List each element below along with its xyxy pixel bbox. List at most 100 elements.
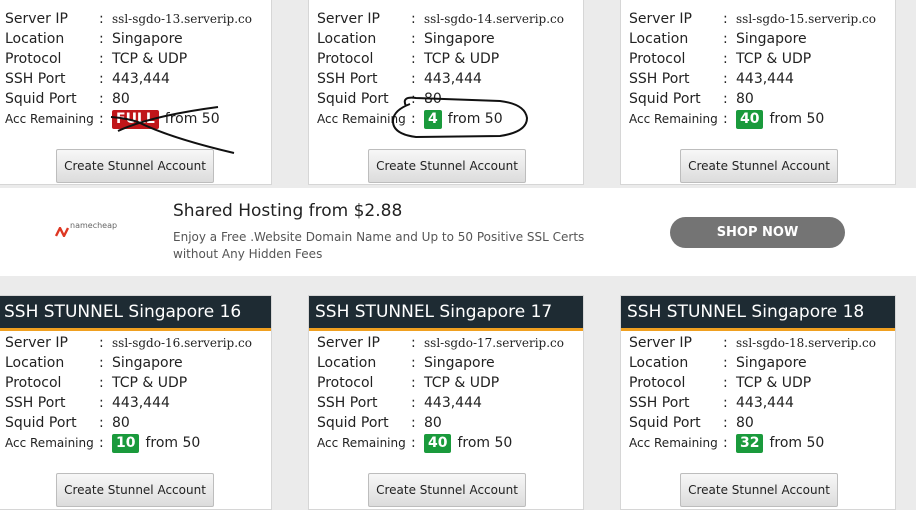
ssh-port-row: SSH Port:443,444 bbox=[5, 393, 271, 413]
label: Server IP bbox=[317, 11, 380, 27]
create-stunnel-account-button[interactable]: Create Stunnel Account bbox=[680, 149, 838, 183]
colon: : bbox=[723, 415, 728, 431]
card-title: SSH STUNNEL Singapore 16 bbox=[0, 296, 271, 331]
protocol-row: Protocol: TCP & UDP bbox=[317, 373, 583, 393]
squid-port-row: Squid Port:80 bbox=[317, 413, 583, 433]
acc-remaining-row: Acc Remaining:4 from 50 bbox=[317, 109, 583, 129]
card-title: SSH STUNNEL Singapore 17 bbox=[309, 296, 583, 331]
label: Protocol bbox=[5, 51, 62, 67]
location-row: Location: Singapore bbox=[5, 29, 271, 49]
label: Acc Remaining bbox=[629, 436, 718, 450]
acc-remaining-row: Acc Remaining: FULL from 50 bbox=[5, 109, 271, 129]
squid-port-row: Squid Port:80 bbox=[629, 89, 895, 109]
colon: : bbox=[99, 355, 104, 371]
status-badge: 32 bbox=[736, 434, 764, 453]
colon: : bbox=[723, 31, 728, 47]
server-ip-row: Server IP: ssl-sgdo-15.serverip.co bbox=[629, 9, 895, 29]
squid-port-row: Squid Port:80 bbox=[5, 89, 271, 109]
acc-remaining-row: Acc Remaining:40 from 50 bbox=[629, 109, 895, 129]
protocol-row: Protocol: TCP & UDP bbox=[629, 49, 895, 69]
squid-port-value: 80 bbox=[424, 415, 442, 431]
label: Acc Remaining bbox=[317, 436, 406, 450]
colon: : bbox=[99, 335, 104, 351]
location-value: Singapore bbox=[424, 31, 495, 47]
ad-banner[interactable]: namecheap Shared Hosting from $2.88 Enjo… bbox=[0, 188, 916, 276]
namecheap-logo-icon bbox=[55, 227, 69, 237]
acc-remaining-row: Acc Remaining:10 from 50 bbox=[5, 433, 271, 453]
colon: : bbox=[99, 415, 104, 431]
squid-port-row: Squid Port:80 bbox=[317, 89, 583, 109]
host-value: ssl-sgdo-18.serverip.co bbox=[736, 336, 876, 350]
colon: : bbox=[723, 11, 728, 27]
ssh-port-value: 443,444 bbox=[424, 395, 482, 411]
status-badge: 40 bbox=[736, 110, 764, 129]
label: Squid Port bbox=[629, 91, 701, 107]
location-row: Location: Singapore bbox=[317, 29, 583, 49]
colon: : bbox=[99, 395, 104, 411]
colon: : bbox=[99, 91, 104, 107]
remaining-value: 40 from 50 bbox=[736, 109, 824, 129]
label: Protocol bbox=[629, 51, 686, 67]
ad-brand: namecheap bbox=[70, 221, 118, 230]
remaining-value: 40 from 50 bbox=[424, 433, 512, 453]
colon: : bbox=[99, 11, 104, 27]
protocol-value: TCP & UDP bbox=[736, 51, 812, 67]
status-badge: 40 bbox=[424, 434, 452, 453]
label: SSH Port bbox=[317, 395, 378, 411]
create-stunnel-account-button[interactable]: Create Stunnel Account bbox=[368, 149, 526, 183]
label: Acc Remaining bbox=[317, 112, 406, 126]
create-stunnel-account-button[interactable]: Create Stunnel Account bbox=[368, 473, 526, 507]
label: Server IP bbox=[5, 11, 68, 27]
remaining-value: 10 from 50 bbox=[112, 433, 200, 453]
label: Acc Remaining bbox=[5, 436, 94, 450]
label: Location bbox=[5, 31, 65, 47]
remaining-value: FULL from 50 bbox=[112, 109, 220, 129]
location-row: Location: Singapore bbox=[629, 353, 895, 373]
location-row: Location: Singapore bbox=[629, 29, 895, 49]
create-stunnel-account-button[interactable]: Create Stunnel Account bbox=[56, 149, 214, 183]
colon: : bbox=[99, 111, 104, 127]
server-card: Server IP: ssl-sgdo-15.serverip.co Locati… bbox=[620, 0, 896, 185]
ad-description: Enjoy a Free .Website Domain Name and Up… bbox=[173, 230, 585, 261]
location-value: Singapore bbox=[736, 355, 807, 371]
location-row: Location: Singapore bbox=[5, 353, 271, 373]
status-badge: 4 bbox=[424, 110, 442, 129]
ad-title[interactable]: Shared Hosting from $2.88 bbox=[173, 201, 402, 221]
server-ip-row: Server IP: ssl-sgdo-16.serverip.co bbox=[5, 333, 271, 353]
protocol-row: Protocol: TCP & UDP bbox=[629, 373, 895, 393]
status-badge: 10 bbox=[112, 434, 140, 453]
label: Protocol bbox=[629, 375, 686, 391]
ssh-port-value: 443,444 bbox=[424, 71, 482, 87]
colon: : bbox=[723, 111, 728, 127]
squid-port-value: 80 bbox=[736, 91, 754, 107]
from-label: from 50 bbox=[769, 435, 825, 451]
colon: : bbox=[411, 335, 416, 351]
server-card: SSH STUNNEL Singapore 17 Server IP: ssl-s… bbox=[308, 295, 584, 510]
server-card: Server IP: ssl-sgdo-13.serverip.co Locati… bbox=[0, 0, 272, 185]
location-row: Location: Singapore bbox=[317, 353, 583, 373]
colon: : bbox=[99, 435, 104, 451]
shop-now-button[interactable]: SHOP NOW bbox=[670, 217, 845, 248]
remaining-value: 4 from 50 bbox=[424, 109, 503, 129]
label: SSH Port bbox=[5, 71, 66, 87]
protocol-value: TCP & UDP bbox=[736, 375, 812, 391]
label: Server IP bbox=[629, 11, 692, 27]
label: Location bbox=[317, 31, 377, 47]
label: Location bbox=[5, 355, 65, 371]
create-stunnel-account-button[interactable]: Create Stunnel Account bbox=[56, 473, 214, 507]
colon: : bbox=[723, 335, 728, 351]
label: Squid Port bbox=[629, 415, 701, 431]
colon: : bbox=[411, 91, 416, 107]
ssh-port-value: 443,444 bbox=[112, 395, 170, 411]
colon: : bbox=[723, 375, 728, 391]
ssh-port-value: 443,444 bbox=[112, 71, 170, 87]
from-label: from 50 bbox=[145, 435, 201, 451]
label: Acc Remaining bbox=[5, 112, 94, 126]
label: SSH Port bbox=[317, 71, 378, 87]
label: Squid Port bbox=[317, 91, 389, 107]
label: Server IP bbox=[317, 335, 380, 351]
squid-port-row: Squid Port:80 bbox=[5, 413, 271, 433]
server-ip-row: Server IP: ssl-sgdo-18.serverip.co bbox=[629, 333, 895, 353]
colon: : bbox=[411, 435, 416, 451]
create-stunnel-account-button[interactable]: Create Stunnel Account bbox=[680, 473, 838, 507]
